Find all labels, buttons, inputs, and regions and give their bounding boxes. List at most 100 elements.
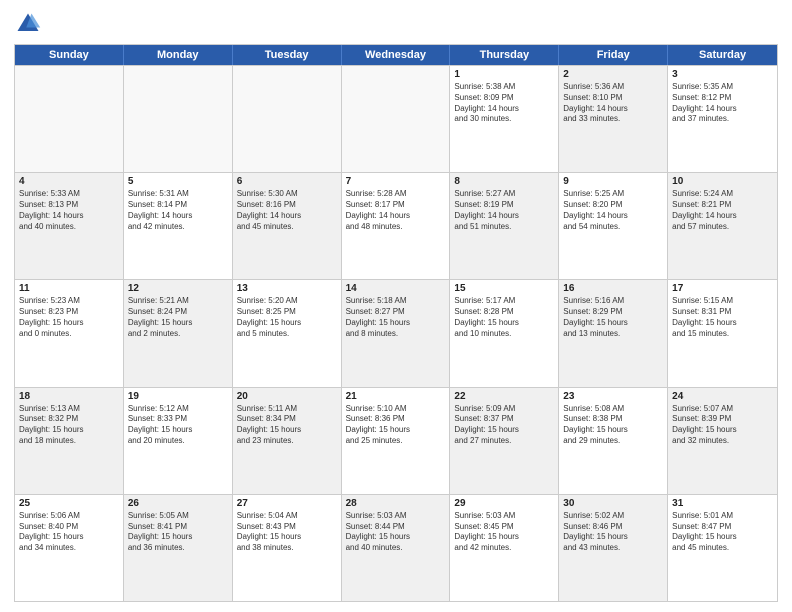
calendar-cell: 12 Sunrise: 5:21 AM Sunset: 8:24 PM Dayli… [124,280,233,386]
page: SundayMondayTuesdayWednesdayThursdayFrid… [0,0,792,612]
calendar-cell: 31Sunrise: 5:01 AM Sunset: 8:47 PM Dayli… [668,495,777,601]
cell-text: Sunrise: 5:03 AM Sunset: 8:44 PM Dayligh… [346,511,446,554]
calendar-cell [15,66,124,172]
day-number: 16 [563,283,663,294]
cell-text: Sunrise: 5:11 AM Sunset: 8:34 PM Dayligh… [237,404,337,447]
cell-text: Sunrise: 5:07 AM Sunset: 8:39 PM Dayligh… [672,404,773,447]
calendar-header-cell: Saturday [668,45,777,65]
calendar-cell: 26 Sunrise: 5:05 AM Sunset: 8:41 PM Dayli… [124,495,233,601]
day-number: 9 [563,176,663,187]
cell-text: Sunrise: 5:05 AM Sunset: 8:41 PM Dayligh… [128,511,228,554]
day-number: 7 [346,176,446,187]
day-number: 22 [454,391,554,402]
cell-text: Sunrise: 5:27 AM Sunset: 8:19 PM Dayligh… [454,189,554,232]
calendar-cell: 7 Sunrise: 5:28 AM Sunset: 8:17 PM Daylig… [342,173,451,279]
day-number: 10 [672,176,773,187]
day-number: 14 [346,283,446,294]
calendar-cell: 6 Sunrise: 5:30 AM Sunset: 8:16 PM Daylig… [233,173,342,279]
logo-icon [14,10,42,38]
calendar-cell: 5 Sunrise: 5:31 AM Sunset: 8:14 PM Daylig… [124,173,233,279]
day-number: 6 [237,176,337,187]
cell-text: Sunrise: 5:09 AM Sunset: 8:37 PM Dayligh… [454,404,554,447]
calendar-header-cell: Tuesday [233,45,342,65]
calendar-cell: 1 Sunrise: 5:38 AM Sunset: 8:09 PM Daylig… [450,66,559,172]
cell-text: Sunrise: 5:08 AM Sunset: 8:38 PM Dayligh… [563,404,663,447]
day-number: 15 [454,283,554,294]
calendar-header-cell: Thursday [450,45,559,65]
day-number: 11 [19,283,119,294]
calendar-body: 1 Sunrise: 5:38 AM Sunset: 8:09 PM Daylig… [15,65,777,601]
cell-text: Sunrise: 5:28 AM Sunset: 8:17 PM Dayligh… [346,189,446,232]
calendar-cell: 9 Sunrise: 5:25 AM Sunset: 8:20 PM Daylig… [559,173,668,279]
calendar-cell: 21Sunrise: 5:10 AM Sunset: 8:36 PM Dayli… [342,388,451,494]
cell-text: Sunrise: 5:20 AM Sunset: 8:25 PM Dayligh… [237,296,337,339]
day-number: 5 [128,176,228,187]
cell-text: Sunrise: 5:17 AM Sunset: 8:28 PM Dayligh… [454,296,554,339]
day-number: 8 [454,176,554,187]
calendar-cell: 3 Sunrise: 5:35 AM Sunset: 8:12 PM Daylig… [668,66,777,172]
day-number: 30 [563,498,663,509]
calendar-row: 18 Sunrise: 5:13 AM Sunset: 8:32 PM Dayli… [15,387,777,494]
calendar-cell [233,66,342,172]
calendar-header-cell: Monday [124,45,233,65]
calendar-cell: 27Sunrise: 5:04 AM Sunset: 8:43 PM Dayli… [233,495,342,601]
day-number: 28 [346,498,446,509]
day-number: 4 [19,176,119,187]
cell-text: Sunrise: 5:38 AM Sunset: 8:09 PM Dayligh… [454,82,554,125]
calendar-row: 4 Sunrise: 5:33 AM Sunset: 8:13 PM Daylig… [15,172,777,279]
cell-text: Sunrise: 5:24 AM Sunset: 8:21 PM Dayligh… [672,189,773,232]
calendar-cell: 17 Sunrise: 5:15 AM Sunset: 8:31 PM Dayli… [668,280,777,386]
calendar-header-cell: Sunday [15,45,124,65]
calendar-cell: 28 Sunrise: 5:03 AM Sunset: 8:44 PM Dayli… [342,495,451,601]
cell-text: Sunrise: 5:30 AM Sunset: 8:16 PM Dayligh… [237,189,337,232]
calendar-cell: 19 Sunrise: 5:12 AM Sunset: 8:33 PM Dayli… [124,388,233,494]
day-number: 19 [128,391,228,402]
cell-text: Sunrise: 5:06 AM Sunset: 8:40 PM Dayligh… [19,511,119,554]
cell-text: Sunrise: 5:35 AM Sunset: 8:12 PM Dayligh… [672,82,773,125]
calendar-cell: 25 Sunrise: 5:06 AM Sunset: 8:40 PM Dayli… [15,495,124,601]
calendar-cell [124,66,233,172]
calendar-row: 25 Sunrise: 5:06 AM Sunset: 8:40 PM Dayli… [15,494,777,601]
day-number: 23 [563,391,663,402]
cell-text: Sunrise: 5:18 AM Sunset: 8:27 PM Dayligh… [346,296,446,339]
day-number: 2 [563,69,663,80]
calendar-cell: 13 Sunrise: 5:20 AM Sunset: 8:25 PM Dayli… [233,280,342,386]
calendar-header-row: SundayMondayTuesdayWednesdayThursdayFrid… [15,45,777,65]
day-number: 12 [128,283,228,294]
calendar-row: 11Sunrise: 5:23 AM Sunset: 8:23 PM Dayli… [15,279,777,386]
day-number: 17 [672,283,773,294]
calendar-cell: 20 Sunrise: 5:11 AM Sunset: 8:34 PM Dayli… [233,388,342,494]
cell-text: Sunrise: 5:31 AM Sunset: 8:14 PM Dayligh… [128,189,228,232]
cell-text: Sunrise: 5:12 AM Sunset: 8:33 PM Dayligh… [128,404,228,447]
calendar-cell [342,66,451,172]
calendar-cell: 11Sunrise: 5:23 AM Sunset: 8:23 PM Dayli… [15,280,124,386]
cell-text: Sunrise: 5:01 AM Sunset: 8:47 PM Dayligh… [672,511,773,554]
calendar-cell: 18 Sunrise: 5:13 AM Sunset: 8:32 PM Dayli… [15,388,124,494]
calendar-cell: 4 Sunrise: 5:33 AM Sunset: 8:13 PM Daylig… [15,173,124,279]
calendar-cell: 2 Sunrise: 5:36 AM Sunset: 8:10 PM Daylig… [559,66,668,172]
logo [14,10,46,38]
day-number: 27 [237,498,337,509]
calendar-header-cell: Friday [559,45,668,65]
cell-text: Sunrise: 5:25 AM Sunset: 8:20 PM Dayligh… [563,189,663,232]
cell-text: Sunrise: 5:36 AM Sunset: 8:10 PM Dayligh… [563,82,663,125]
day-number: 3 [672,69,773,80]
calendar-cell: 15 Sunrise: 5:17 AM Sunset: 8:28 PM Dayli… [450,280,559,386]
cell-text: Sunrise: 5:15 AM Sunset: 8:31 PM Dayligh… [672,296,773,339]
calendar-row: 1 Sunrise: 5:38 AM Sunset: 8:09 PM Daylig… [15,65,777,172]
calendar-cell: 23 Sunrise: 5:08 AM Sunset: 8:38 PM Dayli… [559,388,668,494]
day-number: 1 [454,69,554,80]
day-number: 13 [237,283,337,294]
cell-text: Sunrise: 5:13 AM Sunset: 8:32 PM Dayligh… [19,404,119,447]
day-number: 24 [672,391,773,402]
day-number: 18 [19,391,119,402]
day-number: 26 [128,498,228,509]
cell-text: Sunrise: 5:21 AM Sunset: 8:24 PM Dayligh… [128,296,228,339]
cell-text: Sunrise: 5:16 AM Sunset: 8:29 PM Dayligh… [563,296,663,339]
calendar-cell: 29Sunrise: 5:03 AM Sunset: 8:45 PM Dayli… [450,495,559,601]
calendar: SundayMondayTuesdayWednesdayThursdayFrid… [14,44,778,602]
cell-text: Sunrise: 5:33 AM Sunset: 8:13 PM Dayligh… [19,189,119,232]
day-number: 25 [19,498,119,509]
day-number: 20 [237,391,337,402]
cell-text: Sunrise: 5:02 AM Sunset: 8:46 PM Dayligh… [563,511,663,554]
